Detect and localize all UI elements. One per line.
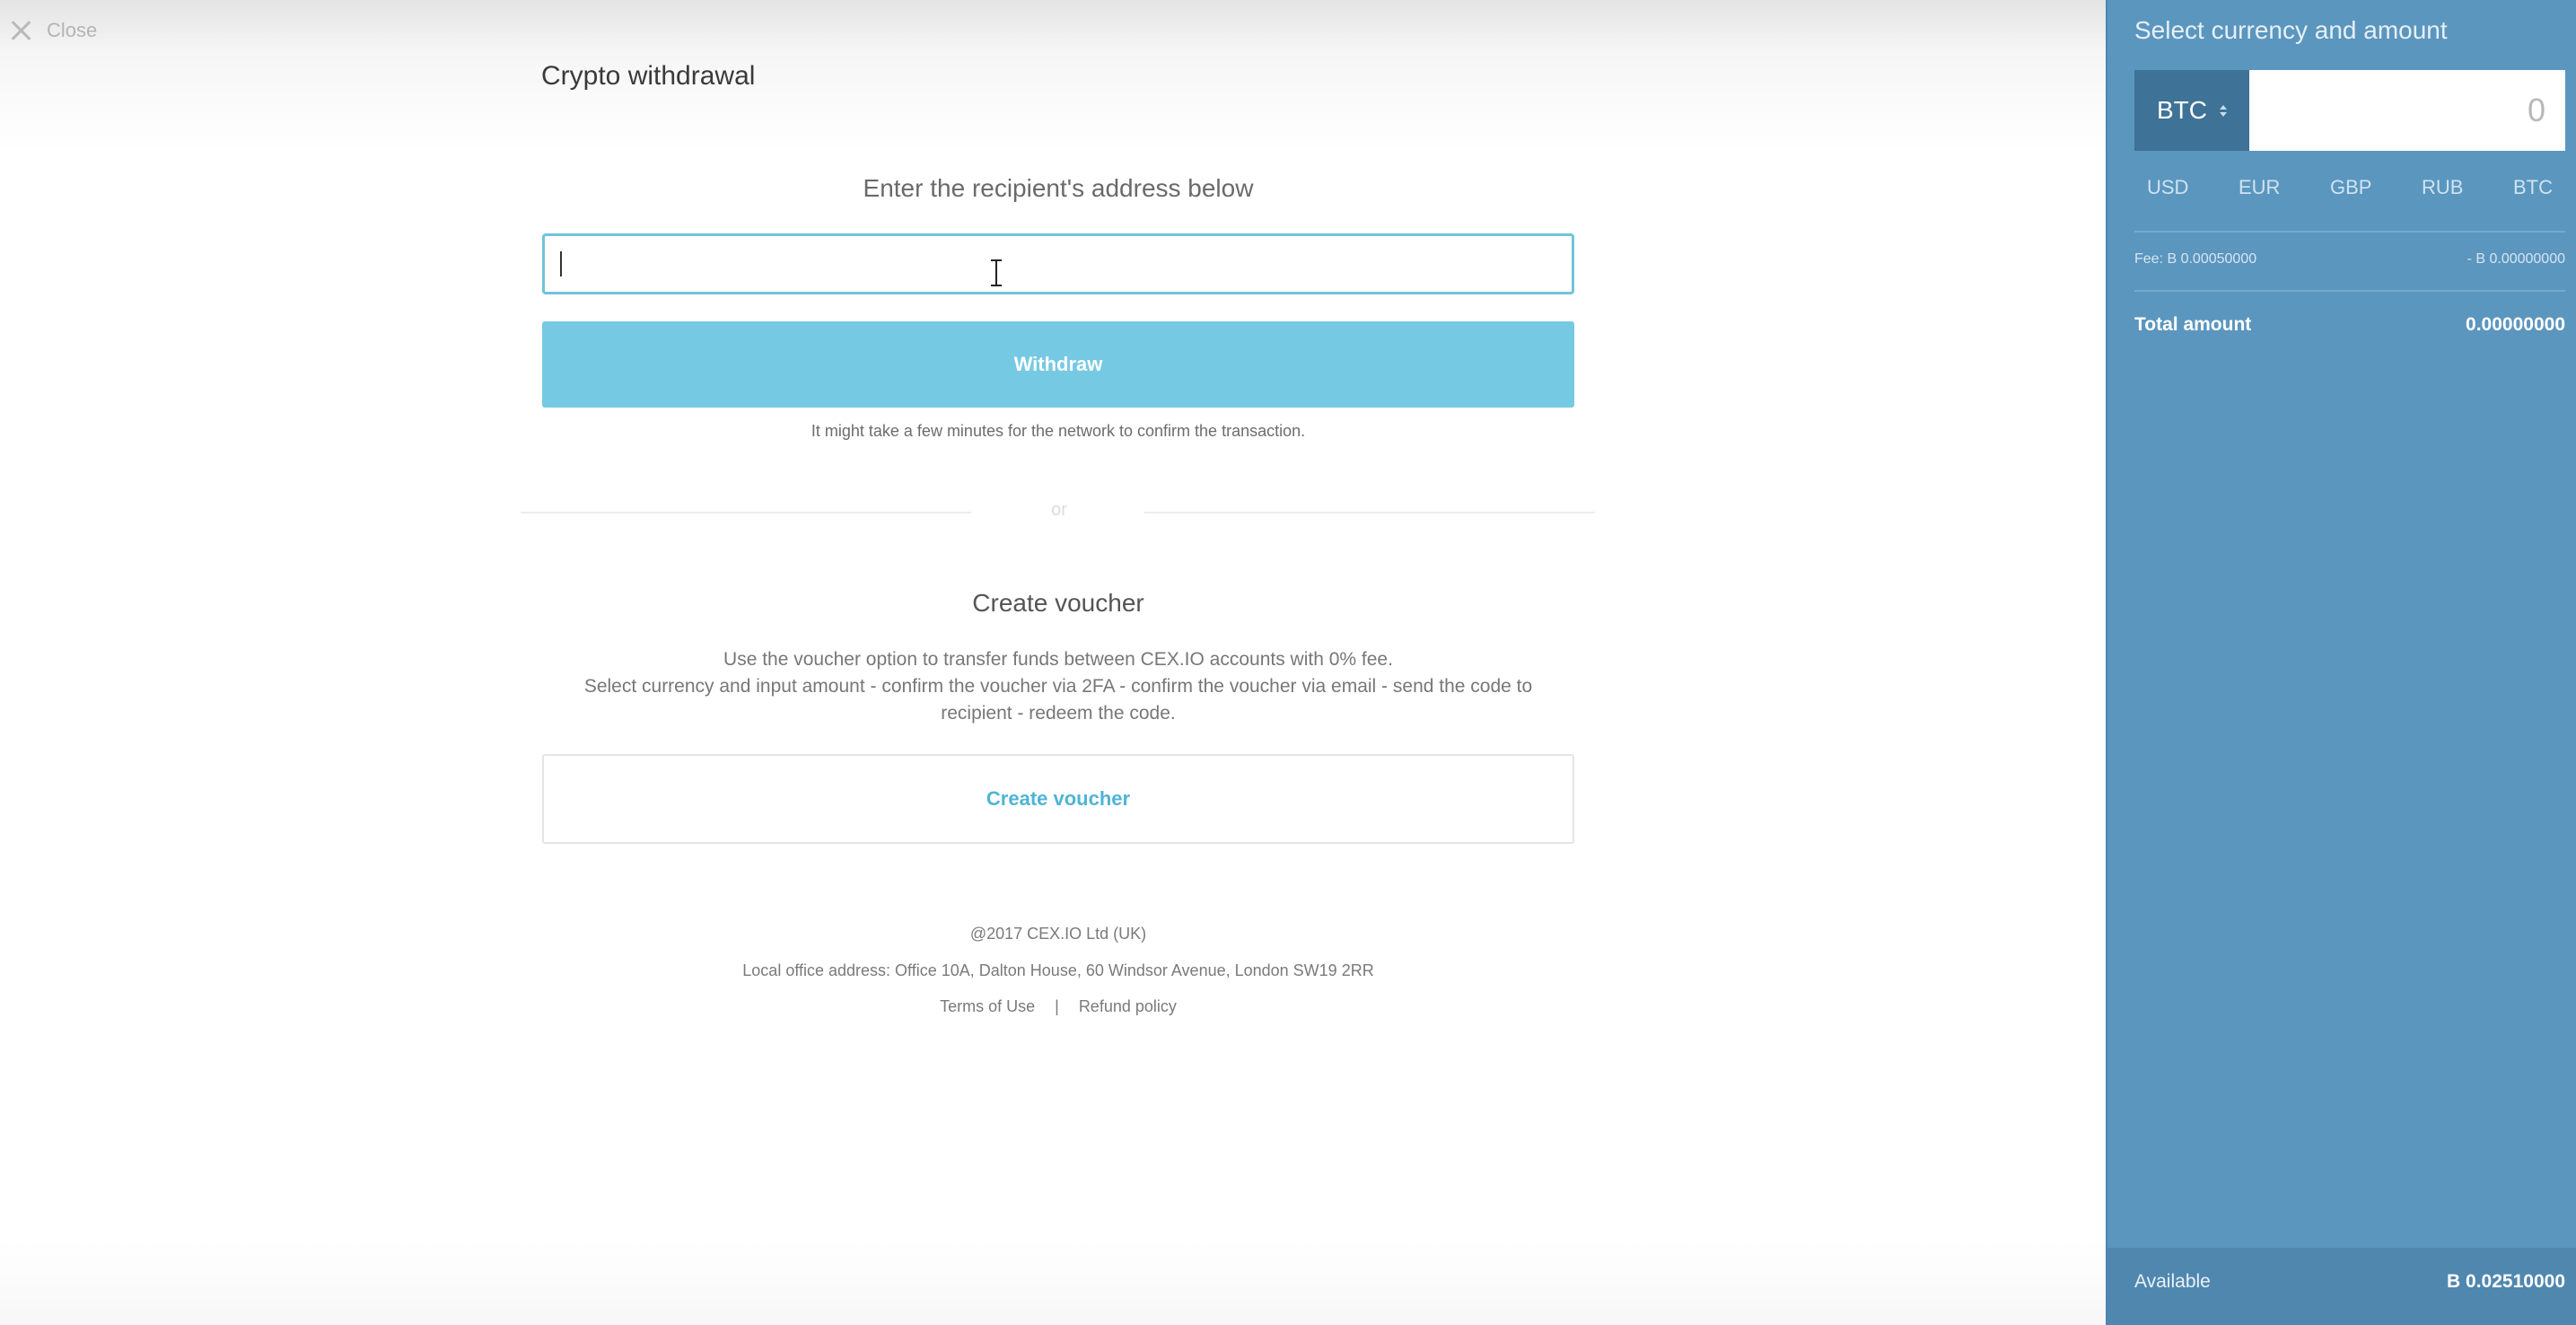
currency-select[interactable]: BTC <box>2134 70 2249 151</box>
selected-currency: BTC <box>2157 96 2207 124</box>
close-icon <box>7 17 34 44</box>
currency-tab-gbp[interactable]: GBP <box>2321 176 2380 199</box>
footer-office-address: Local office address: Office 10A, Dalton… <box>742 961 1374 979</box>
network-confirmation-note: It might take a few minutes for the netw… <box>810 422 1306 440</box>
total-row: Total amount 0.00000000 <box>2134 314 2565 336</box>
voucher-description-line: recipient - redeem the code. <box>941 703 1176 724</box>
total-amount-label: Total amount <box>2134 314 2252 335</box>
fee-row: Fee: B 0.00050000 - B 0.00000000 <box>2134 251 2565 268</box>
text-cursor-icon <box>990 259 1003 286</box>
create-voucher-button[interactable]: Create voucher <box>542 754 1574 844</box>
fee-value: - B 0.00000000 <box>2466 251 2565 267</box>
terms-of-use-link[interactable]: Terms of Use <box>940 997 1035 1016</box>
footer-link-separator: | <box>1055 997 1059 1015</box>
fee-label: Fee: B 0.00050000 <box>2134 251 2257 267</box>
panel-divider <box>2134 231 2565 233</box>
close-button[interactable]: Close <box>7 16 97 45</box>
app-window: Close Crypto withdrawal Enter the recipi… <box>0 0 2576 1325</box>
voucher-description: Use the voucher option to transfer funds… <box>542 646 1574 727</box>
divider-or-label: or <box>1051 500 1067 520</box>
currency-tab-btc[interactable]: BTC <box>2504 176 2562 199</box>
voucher-description-line: Use the voucher option to transfer funds… <box>723 649 1393 670</box>
recipient-address-label: Enter the recipient's address below <box>863 174 1254 202</box>
voucher-title: Create voucher <box>972 589 1144 617</box>
currency-amount-panel: Select currency and amount BTC USD EUR G… <box>2106 0 2576 1325</box>
divider-right <box>1144 512 1595 513</box>
currency-tab-eur[interactable]: EUR <box>2230 176 2289 199</box>
text-caret <box>560 251 562 276</box>
divider-left <box>521 512 971 513</box>
withdraw-button[interactable]: Withdraw <box>542 321 1574 408</box>
close-label: Close <box>47 19 98 41</box>
currency-tab-usd[interactable]: USD <box>2138 176 2197 199</box>
total-amount-value: 0.00000000 <box>2466 314 2565 335</box>
available-value: B 0.02510000 <box>2447 1271 2565 1292</box>
sort-arrows-icon <box>2220 104 2227 117</box>
recipient-address-input[interactable] <box>542 233 1574 294</box>
main-content: Close Crypto withdrawal Enter the recipi… <box>0 0 2106 1325</box>
panel-divider <box>2134 290 2565 292</box>
voucher-description-line: Select currency and input amount - confi… <box>583 676 1533 697</box>
panel-title: Select currency and amount <box>2134 16 2448 44</box>
footer-links: Terms of Use | Refund policy <box>542 997 1574 1016</box>
available-label: Available <box>2134 1271 2211 1292</box>
currency-tab-rub[interactable]: RUB <box>2413 176 2472 199</box>
page-title: Crypto withdrawal <box>541 61 756 91</box>
available-balance-bar: Available B 0.02510000 <box>2107 1248 2576 1325</box>
refund-policy-link[interactable]: Refund policy <box>1079 997 1177 1016</box>
currency-tabs: USD EUR GBP RUB BTC <box>2134 176 2565 199</box>
footer-copyright: @2017 CEX.IO Ltd (UK) <box>969 925 1147 943</box>
amount-input[interactable] <box>2249 70 2565 151</box>
